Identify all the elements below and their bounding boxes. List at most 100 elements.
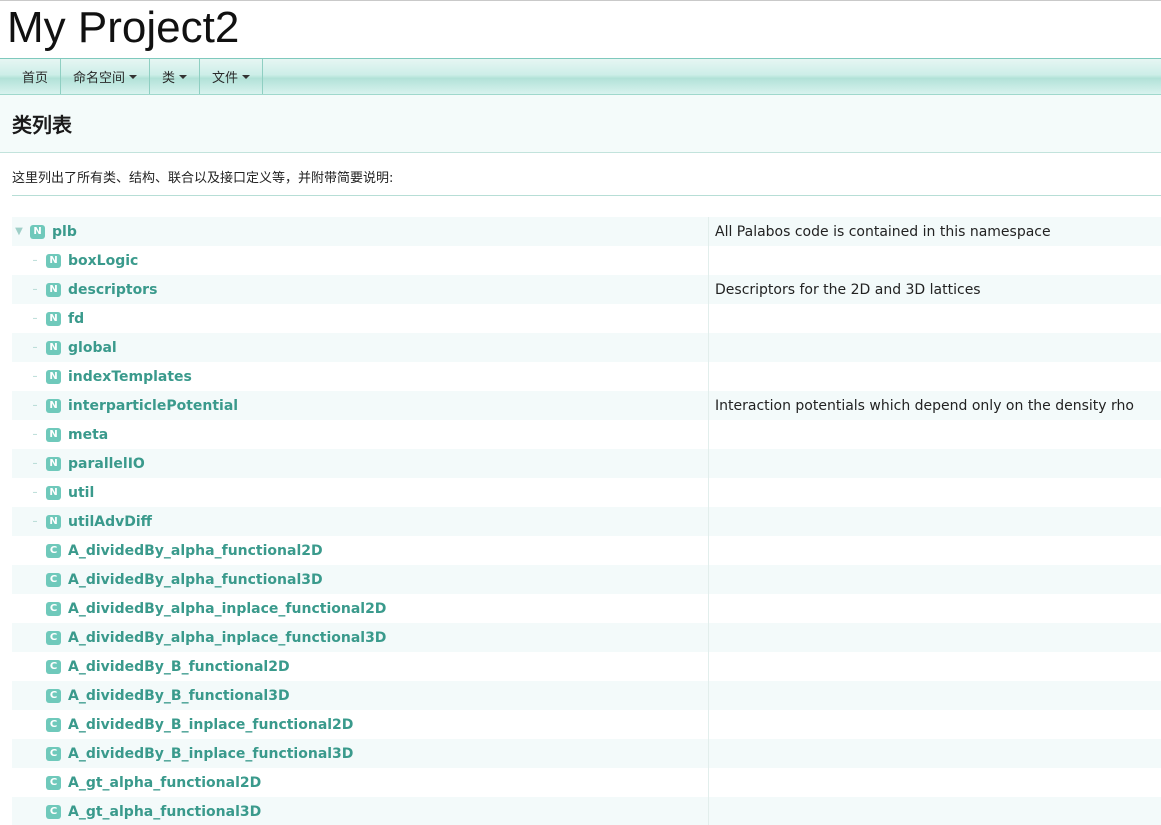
tree-item-link[interactable]: A_dividedBy_B_inplace_functional3D bbox=[68, 746, 353, 762]
class-badge-icon: C bbox=[46, 630, 61, 645]
class-badge-icon: C bbox=[46, 717, 61, 732]
tree-row-description: Descriptors for the 2D and 3D lattices bbox=[715, 281, 981, 298]
nav-classes-label: 类 bbox=[162, 71, 176, 86]
namespace-badge-icon: N bbox=[46, 398, 61, 413]
tree-row-name-cell: C A_dividedBy_alpha_functional3D bbox=[12, 565, 709, 594]
tree-item-link[interactable]: plb bbox=[52, 224, 77, 240]
tree-row-name-cell: C A_dividedBy_B_functional3D bbox=[12, 681, 709, 710]
nav-home[interactable]: 首页 bbox=[10, 59, 62, 94]
tree-row: – Nglobal bbox=[12, 333, 1161, 362]
tree-row: – NboxLogic bbox=[12, 246, 1161, 275]
tree-row: – Ndescriptors Descriptors for the 2D and … bbox=[12, 275, 1161, 304]
tree-item-link[interactable]: A_dividedBy_B_inplace_functional2D bbox=[68, 717, 353, 733]
tree-row: C A_dividedBy_alpha_functional3D bbox=[12, 565, 1161, 594]
tree-item-link[interactable]: interparticlePotential bbox=[68, 398, 238, 414]
tree-branch-icon: – bbox=[32, 342, 38, 353]
tree-row: C A_gt_alpha_functional3D bbox=[12, 797, 1161, 825]
class-badge-icon: C bbox=[46, 746, 61, 761]
tree-row-name-cell: C A_dividedBy_B_functional2D bbox=[12, 652, 709, 681]
namespace-badge-icon: N bbox=[46, 282, 61, 297]
tree-row: C A_dividedBy_B_functional2D bbox=[12, 652, 1161, 681]
namespace-badge-icon: N bbox=[46, 427, 61, 442]
class-badge-icon: C bbox=[46, 543, 61, 558]
nav-classes[interactable]: 类 bbox=[150, 59, 201, 94]
tree-row-name-cell: – NindexTemplates bbox=[12, 362, 709, 391]
tree-item-link[interactable]: meta bbox=[68, 427, 108, 443]
tree-row-name-cell: – Nfd bbox=[12, 304, 709, 333]
tree-item-link[interactable]: util bbox=[68, 485, 94, 501]
tree-row-name-cell: C A_dividedBy_alpha_inplace_functional2D bbox=[12, 594, 709, 623]
tree-row: – Nfd bbox=[12, 304, 1161, 333]
main-navbar: 首页 命名空间 类 文件 bbox=[0, 58, 1161, 95]
tree-row: C A_gt_alpha_functional2D bbox=[12, 768, 1161, 797]
tree-row: – NindexTemplates bbox=[12, 362, 1161, 391]
tree-row: C A_dividedBy_alpha_inplace_functional2D bbox=[12, 594, 1161, 623]
nav-namespaces[interactable]: 命名空间 bbox=[61, 59, 151, 94]
caret-down-icon bbox=[242, 74, 251, 79]
nav-home-label: 首页 bbox=[22, 71, 49, 86]
tree-row: C A_dividedBy_B_inplace_functional2D bbox=[12, 710, 1161, 739]
tree-row: C A_dividedBy_alpha_inplace_functional3D bbox=[12, 623, 1161, 652]
tree-row: C A_dividedBy_B_inplace_functional3D bbox=[12, 739, 1161, 768]
tree-item-link[interactable]: A_dividedBy_alpha_functional3D bbox=[68, 572, 323, 588]
tree-branch-icon: – bbox=[32, 313, 38, 324]
tree-item-link[interactable]: A_gt_alpha_functional3D bbox=[68, 804, 261, 820]
tree-item-link[interactable]: descriptors bbox=[68, 282, 157, 298]
tree-row-name-cell: C A_dividedBy_alpha_inplace_functional3D bbox=[12, 623, 709, 652]
namespace-badge-icon: N bbox=[46, 514, 61, 529]
divider bbox=[12, 195, 1161, 196]
tree-item-link[interactable]: A_gt_alpha_functional2D bbox=[68, 775, 261, 791]
tree-row-name-cell: – Ndescriptors bbox=[12, 275, 709, 304]
tree-row: C A_dividedBy_alpha_functional2D bbox=[12, 536, 1161, 565]
tree-row-name-cell: – NutilAdvDiff bbox=[12, 507, 709, 536]
nav-files[interactable]: 文件 bbox=[200, 59, 264, 94]
tree-item-link[interactable]: boxLogic bbox=[68, 253, 138, 269]
tree-row-name-cell: – Nglobal bbox=[12, 333, 709, 362]
nav-files-label: 文件 bbox=[212, 71, 239, 86]
tree-row-name-cell: C A_gt_alpha_functional2D bbox=[12, 768, 709, 797]
nav-namespaces-label: 命名空间 bbox=[73, 71, 126, 86]
tree-item-link[interactable]: A_dividedBy_B_functional2D bbox=[68, 659, 290, 675]
tree-branch-icon: – bbox=[32, 371, 38, 382]
tree-item-link[interactable]: fd bbox=[68, 311, 84, 327]
tree-row-name-cell: C A_dividedBy_alpha_functional2D bbox=[12, 536, 709, 565]
namespace-badge-icon: N bbox=[46, 369, 61, 384]
tree-row-name-cell: ▼ Nplb bbox=[12, 217, 709, 246]
class-list-tree: ▼ Nplb All Palabos code is contained in th… bbox=[12, 217, 1161, 825]
tree-item-link[interactable]: global bbox=[68, 340, 117, 356]
namespace-badge-icon: N bbox=[30, 224, 45, 239]
tree-row-name-cell: C A_dividedBy_B_inplace_functional3D bbox=[12, 739, 709, 768]
expand-arrow-icon[interactable]: ▼ bbox=[12, 226, 26, 237]
tree-row: ▼ Nplb All Palabos code is contained in th… bbox=[12, 217, 1161, 246]
tree-branch-icon: – bbox=[32, 487, 38, 498]
tree-row: C A_dividedBy_B_functional3D bbox=[12, 681, 1161, 710]
tree-row-name-cell: – NboxLogic bbox=[12, 246, 709, 275]
tree-item-link[interactable]: A_dividedBy_B_functional3D bbox=[68, 688, 290, 704]
namespace-badge-icon: N bbox=[46, 253, 61, 268]
tree-item-link[interactable]: A_dividedBy_alpha_inplace_functional3D bbox=[68, 630, 386, 646]
namespace-badge-icon: N bbox=[46, 456, 61, 471]
tree-item-link[interactable]: A_dividedBy_alpha_inplace_functional2D bbox=[68, 601, 386, 617]
namespace-badge-icon: N bbox=[46, 311, 61, 326]
namespace-badge-icon: N bbox=[46, 485, 61, 500]
tree-branch-icon: – bbox=[32, 255, 38, 266]
tree-branch-icon: – bbox=[32, 429, 38, 440]
tree-row: – NparallelIO bbox=[12, 449, 1161, 478]
tree-row-name-cell: C A_gt_alpha_functional3D bbox=[12, 797, 709, 825]
namespace-badge-icon: N bbox=[46, 340, 61, 355]
tree-branch-icon: – bbox=[32, 400, 38, 411]
tree-item-link[interactable]: utilAdvDiff bbox=[68, 514, 152, 530]
tree-row: – Nmeta bbox=[12, 420, 1161, 449]
class-badge-icon: C bbox=[46, 688, 61, 703]
tree-item-link[interactable]: A_dividedBy_alpha_functional2D bbox=[68, 543, 323, 559]
class-badge-icon: C bbox=[46, 775, 61, 790]
tree-item-link[interactable]: parallelIO bbox=[68, 456, 145, 472]
class-badge-icon: C bbox=[46, 601, 61, 616]
project-title: My Project2 bbox=[7, 3, 240, 52]
tree-branch-icon: – bbox=[32, 284, 38, 295]
caret-down-icon bbox=[129, 74, 138, 79]
tree-row-description: All Palabos code is contained in this na… bbox=[715, 223, 1051, 240]
tree-row-description: Interaction potentials which depend only… bbox=[715, 397, 1134, 414]
tree-row-name-cell: – Nutil bbox=[12, 478, 709, 507]
tree-item-link[interactable]: indexTemplates bbox=[68, 369, 192, 385]
